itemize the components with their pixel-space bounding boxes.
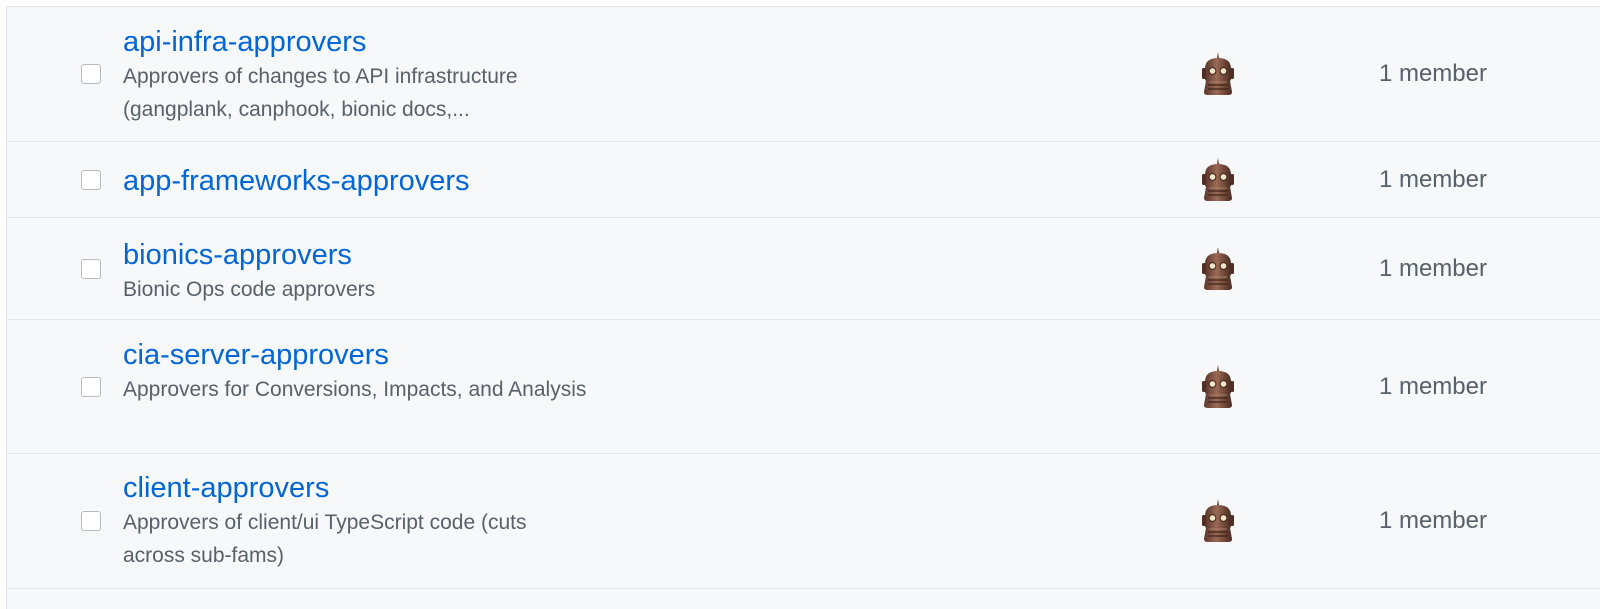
row-checkbox[interactable] [81, 376, 101, 397]
team-description: Approvers of changes to API infrastructu… [123, 65, 518, 121]
member-count-link[interactable]: 1 member [1337, 166, 1487, 194]
team-info: api-infra-approvers Approvers of changes… [123, 25, 683, 126]
team-list: api-infra-approvers Approvers of changes… [6, 6, 1600, 609]
team-info: cia-server-approvers Approvers for Conve… [123, 338, 683, 406]
team-description: Approvers of client/ui TypeScript code (… [123, 511, 527, 567]
robot-avatar-icon[interactable] [1199, 157, 1237, 203]
member-count-link[interactable]: 1 member [1337, 373, 1487, 401]
team-row: api-infra-approvers Approvers of changes… [7, 7, 1600, 142]
team-description: Bionic Ops code approvers [123, 278, 376, 301]
team-name-link[interactable]: app-frameworks-approvers [123, 164, 683, 198]
robot-avatar-icon[interactable] [1199, 246, 1237, 292]
robot-avatar-icon[interactable] [1199, 364, 1237, 410]
team-info: app-frameworks-approvers [123, 164, 683, 198]
robot-avatar-icon[interactable] [1199, 51, 1237, 97]
team-name-link[interactable]: bionics-approvers [123, 238, 683, 272]
team-name-link[interactable]: cia-server-approvers [123, 338, 683, 372]
row-checkbox[interactable] [81, 511, 101, 531]
row-checkbox[interactable] [81, 169, 101, 190]
team-row: bionics-approvers Bionic Ops code approv… [7, 218, 1600, 320]
member-count-link[interactable]: 1 member [1337, 255, 1487, 283]
member-count-link[interactable]: 1 member [1337, 507, 1487, 535]
team-description: Approvers for Conversions, Impacts, and … [123, 378, 587, 401]
row-checkbox[interactable] [81, 64, 101, 84]
team-row: cia-server-approvers Approvers for Conve… [7, 320, 1600, 454]
team-info: client-approvers Approvers of client/ui … [123, 471, 683, 572]
team-name-link[interactable]: client-approvers [123, 471, 683, 505]
row-checkbox[interactable] [81, 258, 101, 279]
team-info: bionics-approvers Bionic Ops code approv… [123, 238, 683, 306]
team-row: client-approvers Approvers of client/ui … [7, 454, 1600, 589]
robot-avatar-icon[interactable] [1199, 498, 1237, 544]
team-name-link[interactable]: api-infra-approvers [123, 25, 683, 59]
team-row: app-frameworks-approvers 1 member [7, 142, 1600, 218]
member-count-link[interactable]: 1 member [1337, 60, 1487, 88]
